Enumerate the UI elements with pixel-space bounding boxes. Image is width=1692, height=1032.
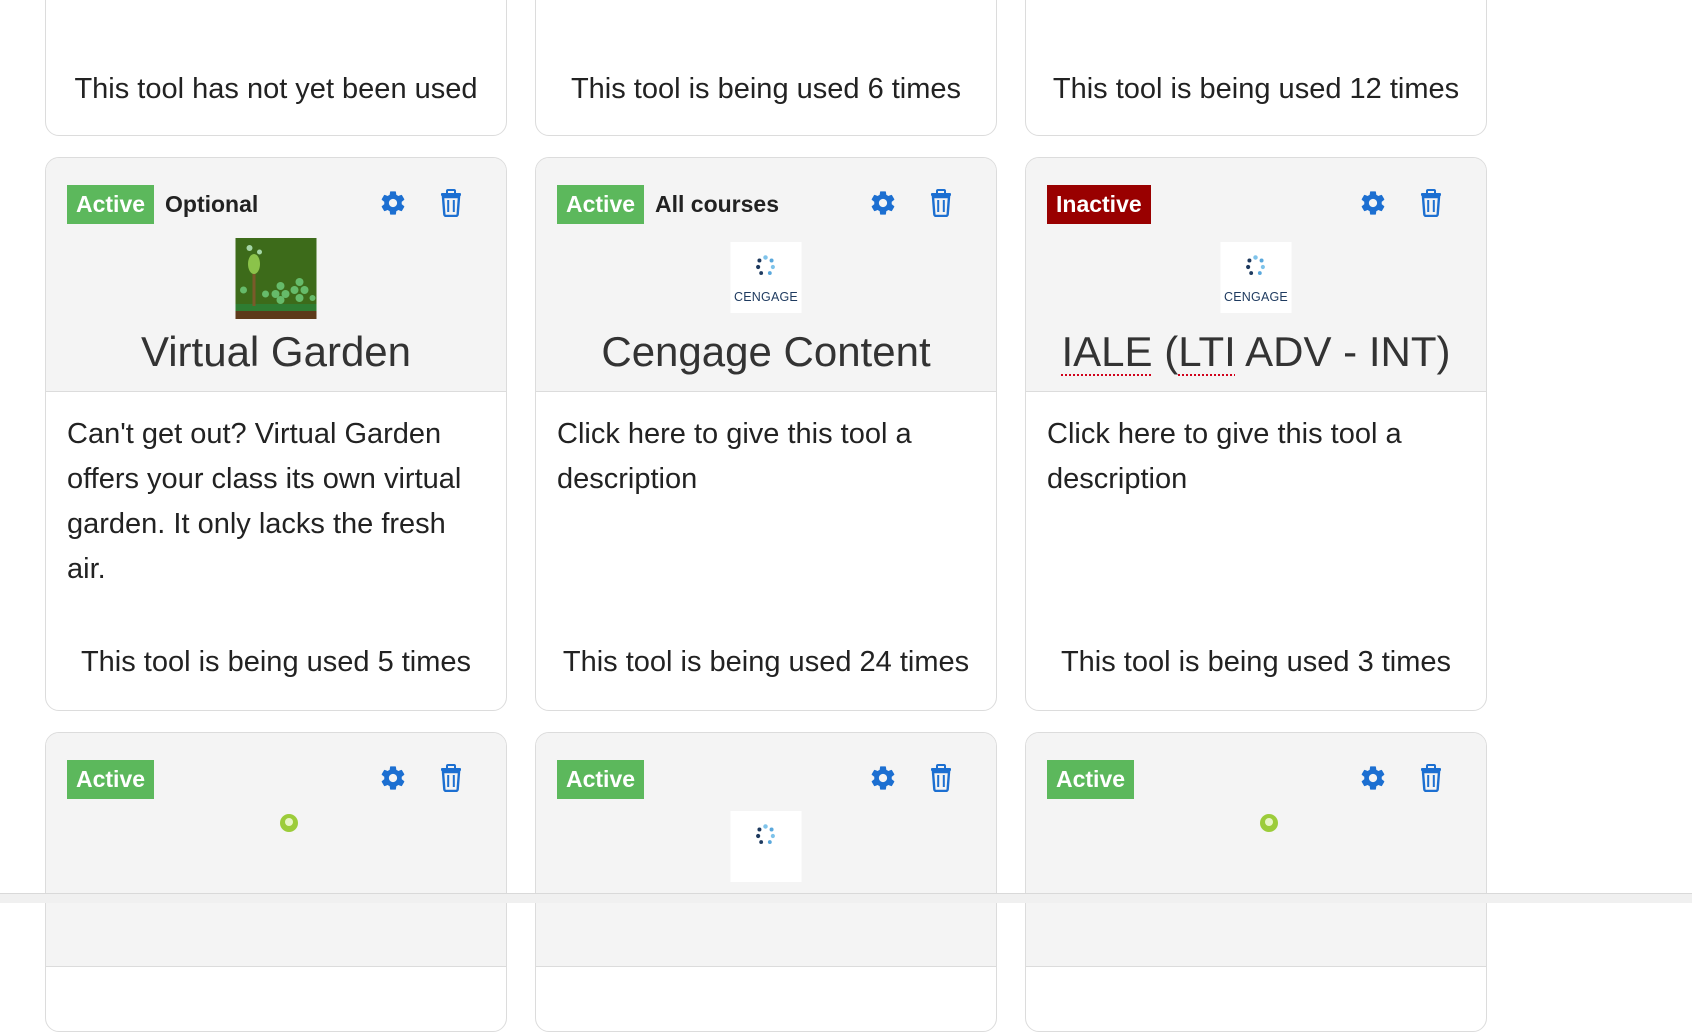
gear-icon (1359, 189, 1387, 217)
logo-text: CENGAGE (734, 290, 798, 304)
card-header: Active (536, 733, 996, 967)
cengage-mark-icon (753, 254, 779, 280)
scope-label: All courses (655, 191, 779, 217)
title-part: IALE (1061, 328, 1153, 375)
tool-description[interactable]: Click here to give this tool a descripti… (557, 412, 982, 502)
status-badge: Active (67, 185, 155, 224)
trash-icon (439, 189, 463, 217)
card-header: Active (1026, 733, 1486, 967)
trash-icon (929, 189, 953, 217)
tool-logo-icon (280, 814, 298, 832)
tool-card[interactable]: Active (45, 732, 507, 1032)
card-header: Active (46, 733, 506, 967)
tool-card[interactable]: Active (535, 732, 997, 1032)
settings-button[interactable] (378, 761, 408, 795)
tool-logo-icon (1260, 814, 1278, 832)
title-part: ( (1152, 328, 1179, 375)
tool-card-virtual-garden[interactable]: Active Optional Virtual Garden Can't get… (45, 157, 507, 711)
trash-icon (1419, 764, 1443, 792)
gear-icon (869, 764, 897, 792)
gear-icon (869, 189, 897, 217)
settings-button[interactable] (868, 186, 898, 220)
status-badge: Active (557, 760, 645, 799)
cengage-mark-icon (753, 823, 779, 849)
usage-count: This tool is being used 6 times (570, 73, 962, 105)
trash-icon (929, 764, 953, 792)
delete-button[interactable] (926, 186, 956, 220)
settings-button[interactable] (1358, 186, 1388, 220)
delete-button[interactable] (926, 761, 956, 795)
settings-button[interactable] (868, 761, 898, 795)
tool-description[interactable]: Click here to give this tool a descripti… (1047, 412, 1472, 502)
status-badge: Inactive (1047, 185, 1151, 224)
trash-icon (439, 764, 463, 792)
tool-card[interactable]: This tool is being used 6 times (535, 0, 997, 136)
settings-button[interactable] (378, 186, 408, 220)
card-header: Inactive CENGAGE IALE (LTI ADV - INT) (1026, 158, 1486, 392)
tool-title[interactable]: Cengage Content (536, 328, 996, 376)
tool-card-iale[interactable]: Inactive CENGAGE IALE (LTI ADV - INT) Cl… (1025, 157, 1487, 711)
delete-button[interactable] (436, 761, 466, 795)
logo-text: CENGAGE (1224, 290, 1288, 304)
settings-button[interactable] (1358, 761, 1388, 795)
usage-count: This tool has not yet been used (74, 73, 478, 105)
tool-card[interactable]: This tool has not yet been used (45, 0, 507, 136)
tool-title[interactable]: IALE (LTI ADV - INT) (1026, 328, 1486, 376)
status-badge: Active (67, 760, 155, 799)
tool-card[interactable]: Active (1025, 732, 1487, 1032)
delete-button[interactable] (1416, 761, 1446, 795)
title-part: ADV - INT) (1235, 328, 1451, 375)
status-badge: Active (1047, 760, 1135, 799)
usage-count: This tool is being used 12 times (1052, 73, 1460, 105)
cengage-logo: CENGAGE (730, 242, 802, 313)
title-part: LTI (1178, 328, 1236, 375)
cengage-logo: CENGAGE (1220, 242, 1292, 313)
delete-button[interactable] (436, 186, 466, 220)
tool-title[interactable]: Virtual Garden (46, 328, 506, 376)
virtual-garden-logo (235, 238, 317, 319)
usage-count: This tool is being used 24 times (562, 646, 970, 678)
card-header: Active Optional Virtual Garden (46, 158, 506, 392)
gear-icon (1359, 764, 1387, 792)
usage-count: This tool is being used 3 times (1060, 646, 1452, 678)
usage-count: This tool is being used 5 times (80, 646, 472, 678)
tool-card[interactable]: This tool is being used 12 times (1025, 0, 1487, 136)
tool-description[interactable]: Can't get out? Virtual Garden offers you… (67, 412, 492, 592)
scope-label: Optional (165, 191, 259, 217)
delete-button[interactable] (1416, 186, 1446, 220)
status-badge: Active (557, 185, 645, 224)
card-header: Active All courses CENGAGE Cengage Conte… (536, 158, 996, 392)
tool-card-cengage-content[interactable]: Active All courses CENGAGE Cengage Conte… (535, 157, 997, 711)
gear-icon (379, 764, 407, 792)
gear-icon (379, 189, 407, 217)
cengage-mark-icon (1243, 254, 1269, 280)
cengage-logo (730, 811, 802, 882)
trash-icon (1419, 189, 1443, 217)
